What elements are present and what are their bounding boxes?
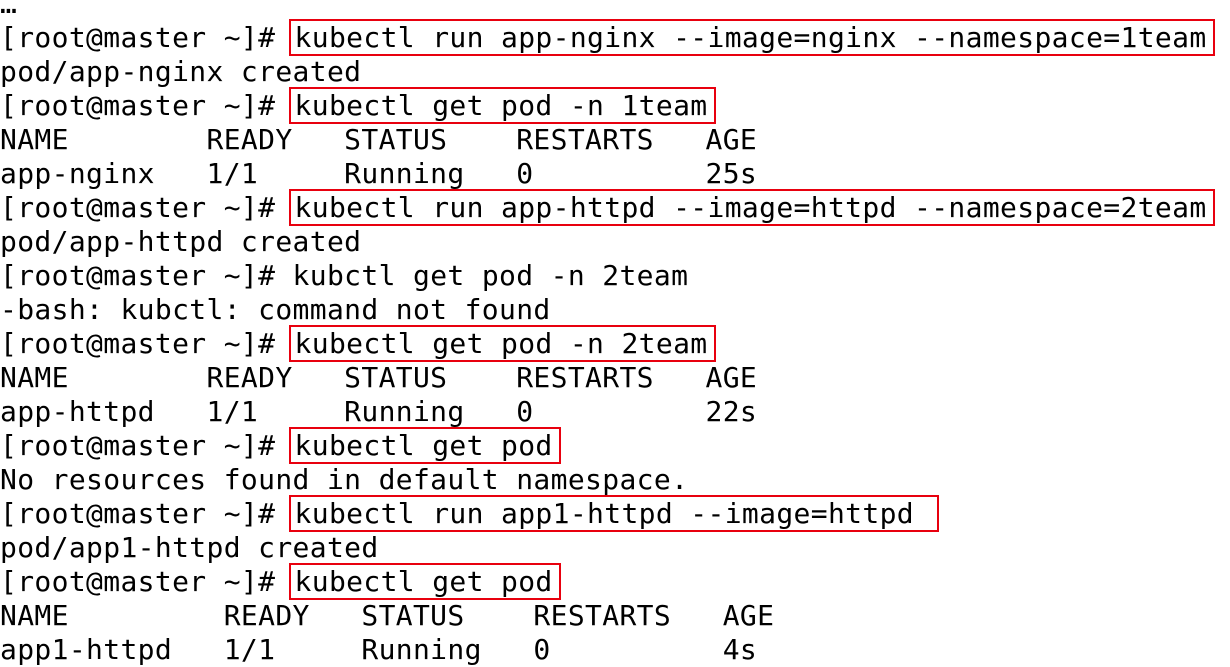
command-line: [root@master ~]# kubectl run app-httpd -… <box>0 189 1230 226</box>
output-line: pod/app1-httpd created <box>0 531 379 564</box>
output-line: NAME READY STATUS RESTARTS AGE <box>0 361 758 394</box>
output-line: pod/app-httpd created <box>0 225 362 258</box>
command-line: [root@master ~]# kubectl get pod <box>0 427 1230 464</box>
output-line: app-httpd 1/1 Running 0 22s <box>0 395 758 428</box>
command-line: [root@master ~]# kubectl run app1-httpd … <box>0 495 1230 532</box>
output-line: … <box>0 0 18 20</box>
highlighted-command: kubectl run app-nginx --image=nginx --na… <box>288 19 1215 56</box>
highlighted-command: kubectl get pod -n 1team <box>288 87 716 124</box>
highlighted-command: kubectl get pod <box>288 427 561 464</box>
highlighted-command: kubectl run app1-httpd --image=httpd <box>288 495 940 532</box>
output-line: app-nginx 1/1 Running 0 25s <box>0 157 758 190</box>
output-line: No resources found in default namespace. <box>0 463 689 496</box>
terminal-output[interactable]: … [root@master ~]# kubectl run app-nginx … <box>0 0 1230 667</box>
command-text: kubctl get pod -n 2team <box>292 259 689 292</box>
highlighted-command: kubectl get pod -n 2team <box>288 325 716 362</box>
command-line: [root@master ~]# kubectl get pod -n 1tea… <box>0 87 1230 124</box>
shell-prompt: [root@master ~]# <box>0 89 293 122</box>
shell-prompt: [root@master ~]# <box>0 21 293 54</box>
command-line: [root@master ~]# kubectl get pod <box>0 563 1230 600</box>
shell-prompt: [root@master ~]# <box>0 565 293 598</box>
output-line: NAME READY STATUS RESTARTS AGE <box>0 599 775 632</box>
output-line: NAME READY STATUS RESTARTS AGE <box>0 123 758 156</box>
shell-prompt: [root@master ~]# <box>0 327 293 360</box>
shell-prompt: [root@master ~]# <box>0 429 293 462</box>
command-line: [root@master ~]# kubctl get pod -n 2team <box>0 259 1230 293</box>
highlighted-command: kubectl get pod <box>288 563 561 600</box>
shell-prompt: [root@master ~]# <box>0 497 293 530</box>
output-line: -bash: kubctl: command not found <box>0 293 551 326</box>
command-line: [root@master ~]# kubectl run app-nginx -… <box>0 19 1230 56</box>
shell-prompt: [root@master ~]# <box>0 259 293 292</box>
output-line: pod/app-nginx created <box>0 55 362 88</box>
shell-prompt: [root@master ~]# <box>0 191 293 224</box>
highlighted-command: kubectl run app-httpd --image=httpd --na… <box>288 189 1215 226</box>
output-line: app1-httpd 1/1 Running 0 4s <box>0 633 758 666</box>
command-line: [root@master ~]# kubectl get pod -n 2tea… <box>0 325 1230 362</box>
